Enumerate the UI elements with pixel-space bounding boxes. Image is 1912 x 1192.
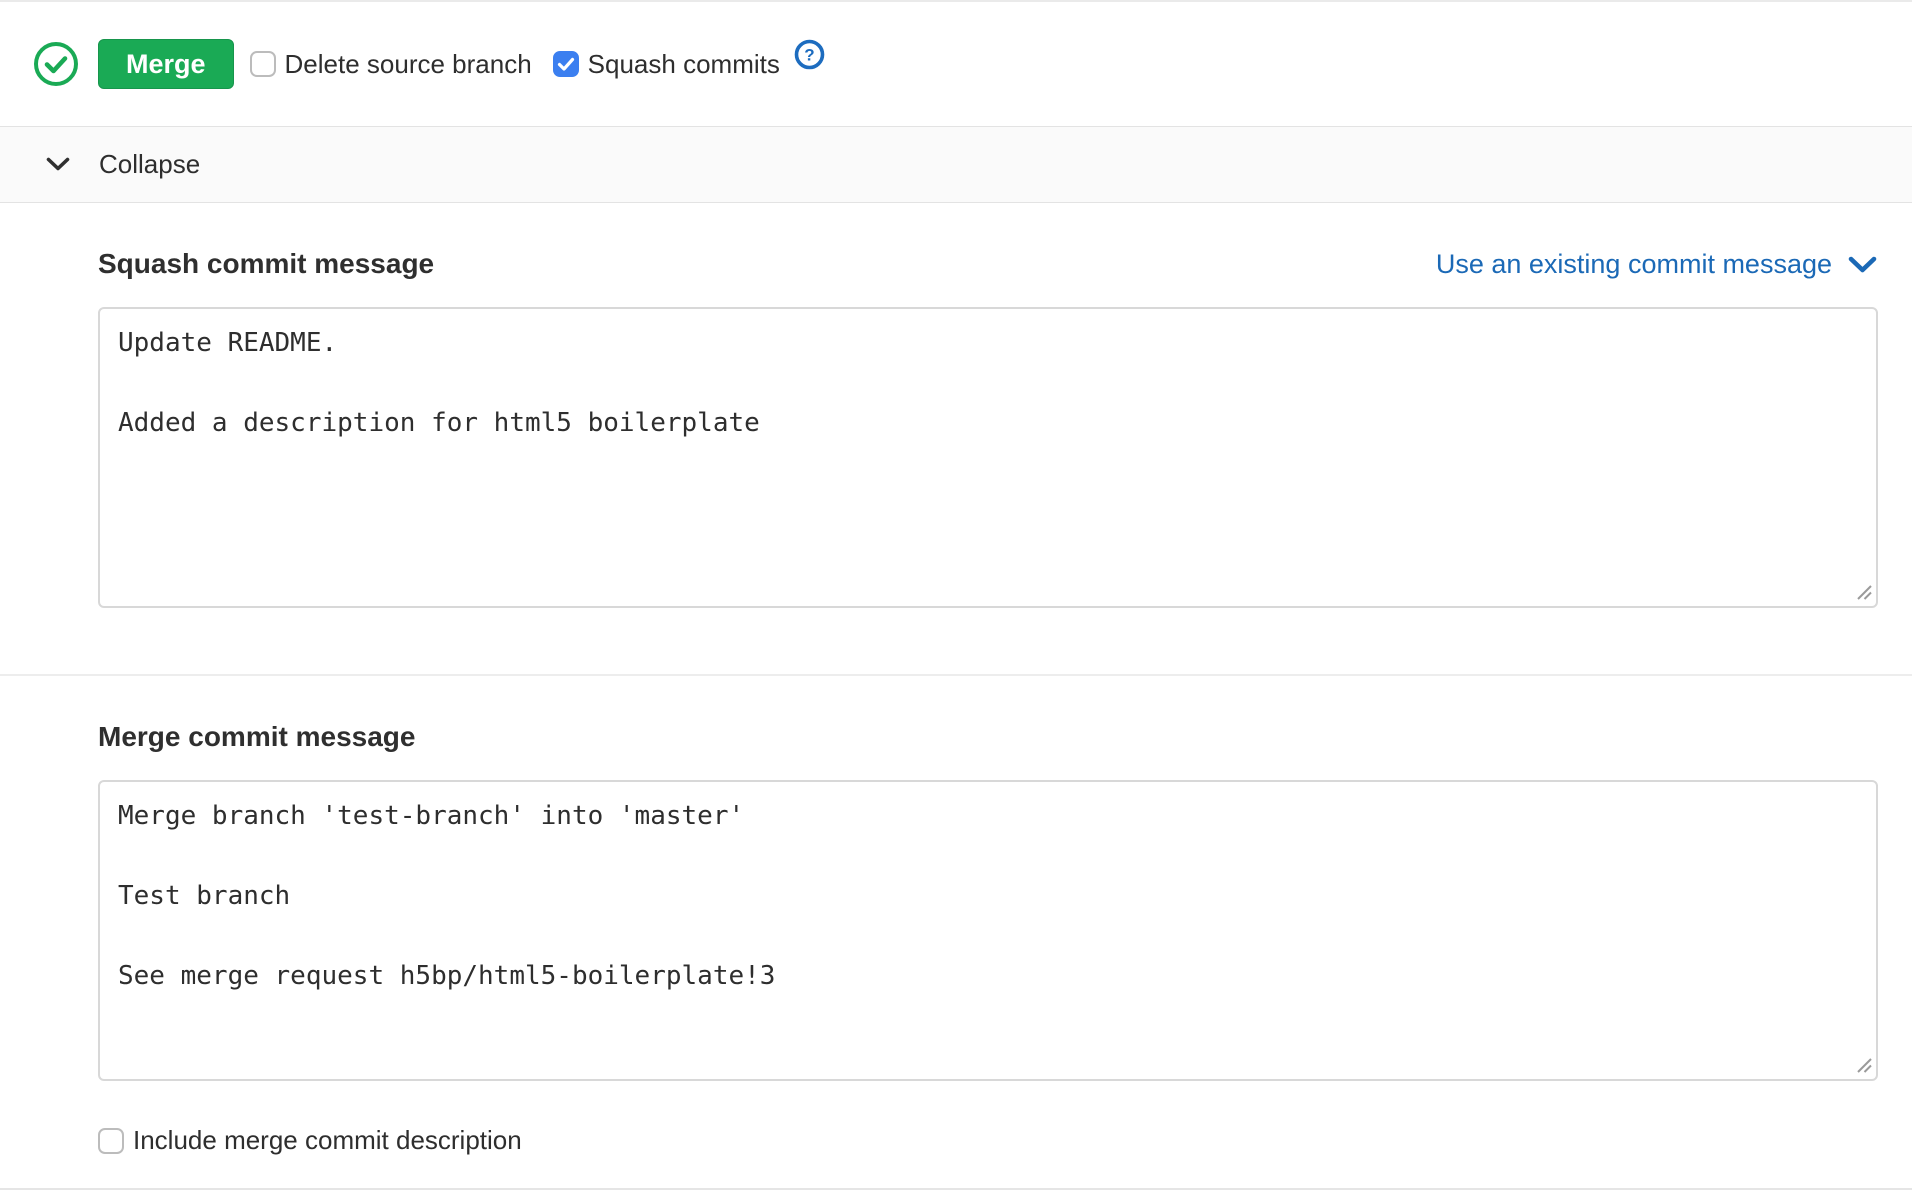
include-merge-commit-description-label: Include merge commit description bbox=[133, 1125, 522, 1156]
collapse-label: Collapse bbox=[99, 149, 200, 180]
squash-commits-checkbox[interactable]: Squash commits bbox=[553, 49, 780, 80]
merge-section-head: Merge commit message bbox=[98, 720, 1878, 754]
use-existing-commit-message-label: Use an existing commit message bbox=[1436, 249, 1832, 280]
squash-commit-section: Squash commit message Use an existing co… bbox=[0, 203, 1912, 608]
squash-commit-message-title: Squash commit message bbox=[98, 247, 434, 281]
merge-request-accept-panel: Merge Delete source branch Squash commit… bbox=[0, 0, 1912, 1192]
squash-commit-message-input[interactable]: Update README. Added a description for h… bbox=[98, 307, 1878, 608]
accept-bar: Merge Delete source branch Squash commit… bbox=[0, 0, 1912, 127]
collapse-bar: Collapse bbox=[0, 127, 1912, 203]
merge-commit-message-input[interactable]: Merge branch 'test-branch' into 'master'… bbox=[98, 780, 1878, 1081]
merge-commit-section: Merge commit message Merge branch 'test-… bbox=[0, 676, 1912, 1159]
merge-button[interactable]: Merge bbox=[98, 39, 234, 89]
merge-commit-message-title: Merge commit message bbox=[98, 720, 415, 754]
delete-source-branch-label: Delete source branch bbox=[285, 49, 532, 80]
bottom-divider bbox=[0, 1188, 1912, 1190]
checkbox-checked-icon bbox=[553, 51, 579, 77]
include-description-row: Include merge commit description bbox=[98, 1125, 1878, 1159]
merge-message-field-wrap: Merge branch 'test-branch' into 'master'… bbox=[98, 780, 1878, 1081]
squash-message-field-wrap: Update README. Added a description for h… bbox=[98, 307, 1878, 608]
chevron-down-icon bbox=[45, 156, 71, 173]
delete-source-branch-checkbox[interactable]: Delete source branch bbox=[250, 49, 532, 80]
checkbox-unchecked-icon bbox=[250, 51, 276, 77]
use-existing-commit-message-link[interactable]: Use an existing commit message bbox=[1436, 249, 1878, 280]
squash-section-head: Squash commit message Use an existing co… bbox=[98, 247, 1878, 281]
collapse-toggle[interactable]: Collapse bbox=[45, 149, 200, 180]
svg-text:?: ? bbox=[804, 45, 814, 64]
check-circle-icon bbox=[33, 41, 79, 87]
include-merge-commit-description-checkbox[interactable]: Include merge commit description bbox=[98, 1125, 522, 1156]
checkbox-unchecked-icon bbox=[98, 1128, 124, 1154]
chevron-down-icon bbox=[1847, 255, 1878, 274]
squash-commits-label: Squash commits bbox=[588, 49, 780, 80]
question-mark-icon[interactable]: ? bbox=[794, 39, 825, 70]
